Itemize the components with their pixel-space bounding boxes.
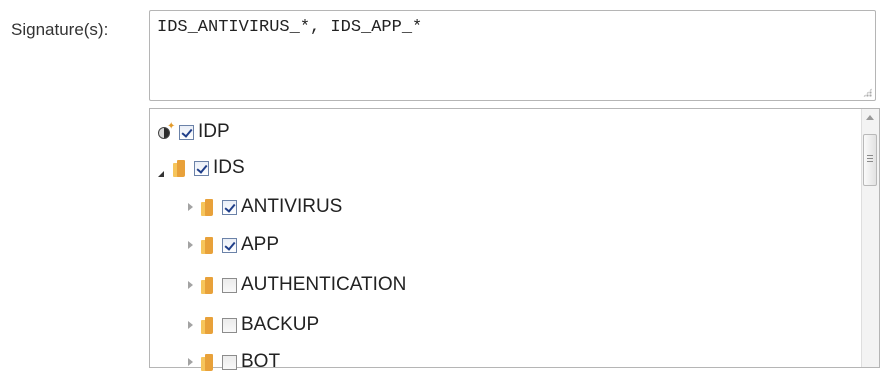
thumb-grip-icon: [867, 155, 873, 163]
tree-item-backup[interactable]: BACKUP: [186, 313, 319, 337]
tree-label-bot: BOT: [241, 351, 281, 372]
tree-item-bot[interactable]: BOT: [186, 350, 280, 374]
idp-root-icon: ✦: [157, 122, 175, 140]
tree-item-authentication[interactable]: AUTHENTICATION: [186, 273, 406, 297]
folder-icon: [173, 159, 186, 177]
tree-item-antivirus[interactable]: ANTIVIRUS: [186, 195, 342, 219]
signatures-label: Signature(s):: [11, 20, 109, 39]
tree-root-idp[interactable]: ✦ IDP: [157, 120, 230, 144]
expand-arrow-icon[interactable]: [186, 202, 195, 212]
folder-icon: [201, 236, 214, 254]
expand-arrow-icon[interactable]: [186, 280, 195, 290]
tree-label-authentication: AUTHENTICATION: [241, 274, 407, 295]
tree-label-antivirus: ANTIVIRUS: [241, 196, 343, 217]
scroll-up-arrow-icon[interactable]: [866, 115, 874, 120]
resize-grip-icon[interactable]: [863, 88, 872, 97]
signatures-value[interactable]: IDS_ANTIVIRUS_*, IDS_APP_*: [157, 18, 422, 37]
tree-label-ids: IDS: [213, 157, 245, 178]
vertical-scrollbar[interactable]: [861, 109, 879, 367]
checkbox-idp[interactable]: [179, 124, 194, 140]
tree-item-app[interactable]: APP: [186, 233, 279, 257]
signatures-textarea[interactable]: IDS_ANTIVIRUS_*, IDS_APP_*: [149, 10, 876, 101]
folder-icon: [201, 276, 214, 294]
checkbox-antivirus[interactable]: [222, 199, 237, 215]
tree-label-app: APP: [241, 234, 280, 255]
checkbox-backup[interactable]: [222, 317, 237, 333]
checkbox-authentication[interactable]: [222, 277, 237, 293]
checkbox-bot[interactable]: [222, 354, 237, 370]
expand-arrow-icon[interactable]: [186, 320, 195, 330]
folder-icon: [201, 353, 214, 371]
tree-label-backup: BACKUP: [241, 314, 320, 335]
tree-item-ids[interactable]: IDS: [158, 156, 245, 180]
checkbox-ids[interactable]: [194, 160, 209, 176]
scrollbar-thumb[interactable]: [863, 134, 877, 186]
collapse-arrow-icon[interactable]: [158, 164, 167, 177]
checkbox-app[interactable]: [222, 237, 237, 253]
tree-label-idp: IDP: [198, 121, 230, 142]
folder-icon: [201, 198, 214, 216]
expand-arrow-icon[interactable]: [186, 357, 195, 367]
signature-tree: ✦ IDP IDS ANTIVIRUS APP AUTHENTICATION B…: [149, 108, 880, 372]
folder-icon: [201, 316, 214, 334]
expand-arrow-icon[interactable]: [186, 240, 195, 250]
